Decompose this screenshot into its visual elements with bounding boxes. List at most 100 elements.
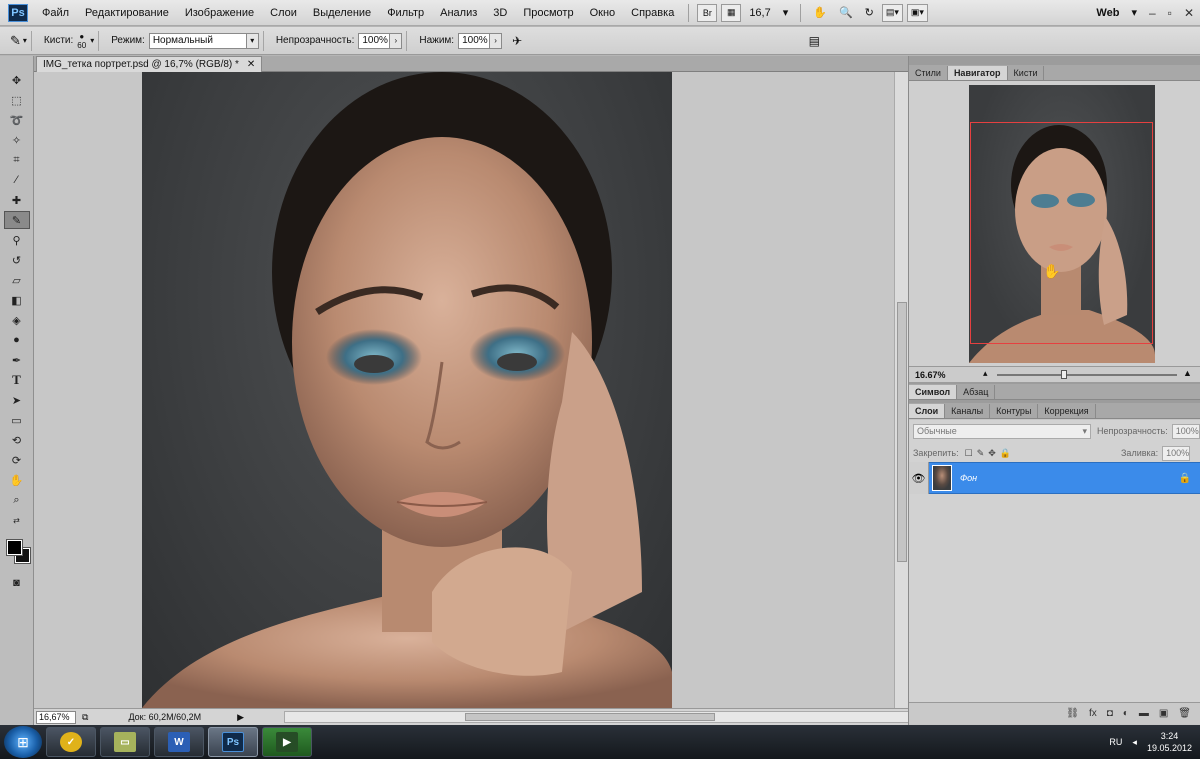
menu-layers[interactable]: Слои bbox=[262, 7, 305, 19]
zoom-in-icon[interactable]: ▲ bbox=[1183, 368, 1192, 378]
history-brush-tool-icon[interactable]: ↺ bbox=[4, 251, 30, 269]
chevron-down-icon[interactable]: ▾ bbox=[246, 32, 259, 49]
new-layer-icon[interactable]: ▣ bbox=[1159, 708, 1168, 719]
layer-row-background[interactable]: 👁 Фон 🔒 bbox=[909, 462, 1200, 494]
workspace-switcher[interactable]: Web bbox=[1090, 7, 1125, 19]
horizontal-scrollbar[interactable] bbox=[284, 711, 924, 723]
eraser-tool-icon[interactable]: ▱ bbox=[4, 271, 30, 289]
zoom-tool-icon[interactable]: ⌕ bbox=[4, 491, 30, 509]
type-tool-icon[interactable]: T bbox=[4, 371, 30, 389]
menu-select[interactable]: Выделение bbox=[305, 7, 379, 19]
tab-paragraph[interactable]: Абзац bbox=[957, 385, 996, 399]
menu-edit[interactable]: Редактирование bbox=[77, 7, 177, 19]
menu-analysis[interactable]: Анализ bbox=[432, 7, 485, 19]
portrait-image[interactable] bbox=[142, 72, 672, 708]
navigator-thumbnail[interactable]: ✋ bbox=[969, 85, 1155, 363]
quick-selection-tool-icon[interactable]: ✧ bbox=[4, 131, 30, 149]
menu-window[interactable]: Окно bbox=[582, 7, 624, 19]
zoom-slider-knob[interactable] bbox=[1061, 370, 1067, 379]
start-button[interactable]: ⊞ bbox=[4, 726, 42, 758]
brush-preset-picker[interactable]: ● 60 bbox=[77, 32, 86, 50]
lock-image-icon[interactable]: ✎ bbox=[977, 448, 985, 459]
swap-colors-icon[interactable]: ⇄ bbox=[4, 511, 30, 529]
quick-mask-icon[interactable]: ◙ bbox=[4, 574, 30, 592]
minimize-icon[interactable]: – bbox=[1143, 6, 1162, 20]
eye-icon[interactable]: 👁 bbox=[909, 462, 929, 494]
menu-file[interactable]: Файл bbox=[34, 7, 77, 19]
menu-filter[interactable]: Фильтр bbox=[379, 7, 432, 19]
zoom-input[interactable]: 16,67% bbox=[36, 710, 76, 724]
lock-all-icon[interactable]: 🔒 bbox=[1000, 448, 1011, 459]
canvas-area[interactable] bbox=[34, 72, 894, 708]
menu-3d[interactable]: 3D bbox=[485, 7, 515, 19]
shape-tool-icon[interactable]: ▭ bbox=[4, 411, 30, 429]
tab-adjustments[interactable]: Коррекция bbox=[1038, 404, 1096, 418]
arrange-documents-button[interactable]: ▤▾ bbox=[881, 3, 903, 22]
zoom-out-icon[interactable]: ▴ bbox=[983, 368, 988, 379]
status-menu-arrow-icon[interactable]: ▶ bbox=[237, 712, 244, 723]
brush-tool-icon[interactable]: ✎ bbox=[3, 211, 30, 229]
taskbar-app-word[interactable]: W bbox=[154, 727, 204, 757]
adjustment-layer-icon[interactable]: ◐ bbox=[1123, 708, 1129, 719]
clock[interactable]: 3:24 19.05.2012 bbox=[1147, 730, 1192, 754]
foreground-color-swatch[interactable] bbox=[5, 539, 23, 556]
document-tab[interactable]: IMG_тетка портрет.psd @ 16,7% (RGB/8) * … bbox=[36, 56, 263, 72]
chevron-down-icon[interactable]: ▾ bbox=[1125, 6, 1143, 19]
marquee-tool-icon[interactable]: ⬚ bbox=[4, 91, 30, 109]
rotate-view-icon[interactable]: ↻ bbox=[859, 6, 880, 19]
tab-character[interactable]: Символ bbox=[909, 385, 958, 399]
layer-opacity-input[interactable]: 100% bbox=[1171, 423, 1200, 439]
move-tool-icon[interactable]: ✥ bbox=[4, 71, 30, 89]
crop-tool-icon[interactable]: ⌗ bbox=[4, 151, 30, 169]
bridge-button[interactable]: Br bbox=[697, 3, 718, 22]
clone-stamp-tool-icon[interactable]: ⚲ bbox=[4, 231, 30, 249]
new-group-icon[interactable]: ▬ bbox=[1139, 708, 1149, 719]
zoom-tool-icon[interactable]: 🔍 bbox=[833, 6, 859, 19]
brush-tool-icon[interactable]: ✎ bbox=[10, 33, 21, 49]
zoom-level-display[interactable]: 16,7 bbox=[743, 7, 776, 19]
navigator-zoom-slider[interactable] bbox=[997, 370, 1177, 379]
pressure-slider-toggle[interactable]: › bbox=[490, 32, 503, 49]
tray-arrow-icon[interactable]: ◂ bbox=[1132, 737, 1137, 748]
menu-view[interactable]: Просмотр bbox=[515, 7, 581, 19]
trash-icon[interactable]: 🗑 bbox=[1178, 708, 1191, 719]
blend-mode-select[interactable]: Нормальный bbox=[148, 32, 247, 49]
tab-styles[interactable]: Стили bbox=[909, 66, 948, 80]
gradient-tool-icon[interactable]: ◧ bbox=[4, 291, 30, 309]
hand-tool-icon[interactable]: ✋ bbox=[4, 471, 30, 489]
layer-style-icon[interactable]: fx bbox=[1089, 708, 1097, 719]
layer-blend-mode-select[interactable]: Обычные ▾ bbox=[913, 423, 1091, 439]
close-icon[interactable]: ✕ bbox=[1178, 6, 1200, 20]
layer-name[interactable]: Фон bbox=[960, 473, 1179, 483]
navigator-view-rectangle[interactable] bbox=[970, 122, 1153, 344]
blur-tool-icon[interactable]: ◈ bbox=[4, 311, 30, 329]
opacity-input[interactable]: 100% bbox=[358, 32, 391, 49]
screen-mode-button[interactable]: ▣▾ bbox=[906, 3, 928, 22]
healing-brush-tool-icon[interactable]: ✚ bbox=[4, 191, 30, 209]
view-extras-button[interactable]: ▦ bbox=[721, 3, 742, 22]
pen-tool-icon[interactable]: ✒ bbox=[4, 351, 30, 369]
restore-icon[interactable]: ▫ bbox=[1162, 6, 1178, 20]
brush-panel-icon[interactable]: ▤ bbox=[809, 34, 820, 48]
chevron-down-icon[interactable]: ▾ bbox=[90, 36, 94, 45]
chevron-down-icon[interactable]: ▾ bbox=[23, 36, 27, 45]
taskbar-app-folder[interactable]: ▭ bbox=[100, 727, 150, 757]
vertical-scrollbar[interactable] bbox=[894, 72, 908, 708]
status-options-icon[interactable]: ⧉ bbox=[82, 712, 88, 723]
panel-collapse-strip[interactable] bbox=[909, 56, 1200, 65]
language-indicator[interactable]: RU bbox=[1109, 737, 1122, 747]
tab-channels[interactable]: Каналы bbox=[945, 404, 991, 418]
menu-image[interactable]: Изображение bbox=[177, 7, 262, 19]
hand-tool-icon[interactable]: ✋ bbox=[807, 6, 833, 19]
taskbar-app-norton[interactable]: ✓ bbox=[46, 727, 96, 757]
scrollbar-thumb[interactable] bbox=[897, 302, 907, 562]
menu-help[interactable]: Справка bbox=[623, 7, 682, 19]
dodge-tool-icon[interactable]: ● bbox=[4, 331, 30, 349]
taskbar-app-photoshop[interactable]: Ps bbox=[208, 727, 258, 757]
eyedropper-tool-icon[interactable]: ⁄ bbox=[4, 171, 30, 189]
3d-orbit-tool-icon[interactable]: ⟳ bbox=[4, 451, 30, 469]
chevron-down-icon[interactable]: ▾ bbox=[777, 6, 795, 19]
close-icon[interactable]: ✕ bbox=[247, 59, 255, 70]
tab-paths[interactable]: Контуры bbox=[990, 404, 1039, 418]
scrollbar-thumb[interactable] bbox=[465, 713, 715, 721]
